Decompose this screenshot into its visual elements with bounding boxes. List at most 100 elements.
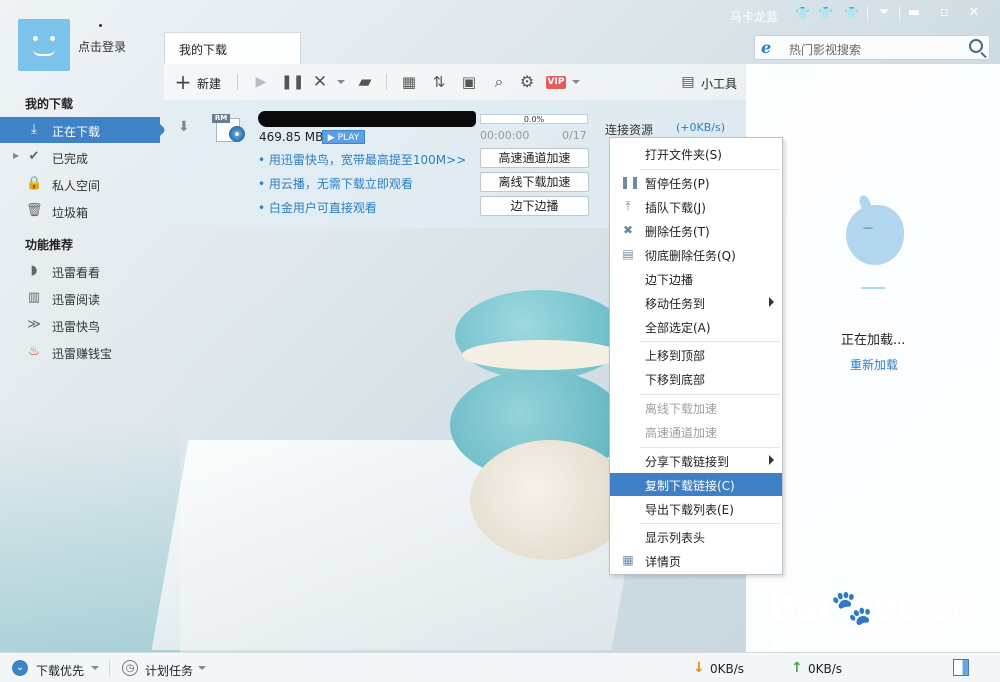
reload-link[interactable]: 重新加载 (850, 356, 898, 373)
sidebar-item-trash[interactable]: 🗑 垃圾箱 (0, 198, 160, 224)
sidebar-item-downloading[interactable]: ⤓ 正在下载 (0, 117, 166, 143)
layout-toggle-icon[interactable] (953, 659, 969, 676)
menu-item-move-bottom[interactable]: 下移到底部 (610, 367, 782, 390)
menu-item-details[interactable]: ▦ 详情页 (610, 549, 782, 572)
skin-name[interactable]: 马卡龙蓝 (730, 8, 778, 25)
upload-speed: 0KB/s (808, 662, 843, 676)
schedule-dropdown-icon[interactable] (198, 666, 206, 670)
offline-download-button[interactable]: 离线下载加速 (480, 172, 589, 192)
folder-icon[interactable]: ▰ (355, 72, 375, 92)
task-speed: (+0KB/s) (676, 121, 725, 134)
menu-item-open-folder[interactable]: 打开文件夹(S) (610, 142, 782, 165)
sidebar-item-completed[interactable]: ▶ ✔ 已完成 (0, 144, 160, 170)
background-macaron (470, 440, 630, 560)
download-priority-button[interactable]: 下载优先 (36, 662, 84, 679)
skin-shirt-icon[interactable]: 👕 (795, 7, 810, 20)
expand-caret-icon[interactable]: ▶ (13, 151, 19, 160)
toolbox-icon[interactable]: ▤ (679, 72, 697, 92)
sidebar-item-kankan[interactable]: ◗ 迅雷看看 (0, 258, 160, 284)
search-icon[interactable] (969, 39, 983, 53)
add-icon[interactable]: + (174, 72, 192, 92)
menu-item-delete[interactable]: ✖ 删除任务(T) (610, 219, 782, 242)
priority-dropdown-icon[interactable] (91, 666, 99, 670)
menu-divider (640, 447, 780, 448)
divider (109, 661, 110, 676)
new-task-button[interactable]: 新建 (197, 75, 221, 92)
background-macaron (455, 290, 625, 380)
scheduled-tasks-button[interactable]: 计划任务 (145, 662, 193, 679)
menu-divider (640, 523, 780, 524)
vip-dropdown-icon[interactable] (572, 80, 580, 84)
menu-item-label: 彻底删除任务(Q) (645, 249, 736, 263)
xunlei-window: 点击登录 马卡龙蓝 👕 👕 👕 ⏷ ▬ ▫ ✕ e 热门影视搜索 我的下载 我的… (0, 0, 1000, 682)
menu-divider (640, 341, 780, 342)
menu-item-share-link[interactable]: 分享下载链接到 (610, 449, 782, 472)
menu-item-label: 边下边播 (645, 273, 694, 287)
menu-item-pause[interactable]: ❚❚ 暂停任务(P) (610, 171, 782, 194)
pause-icon[interactable]: ❚❚ (281, 72, 304, 92)
maximize-button[interactable]: ▫ (934, 5, 954, 21)
details-icon[interactable]: ▣ (459, 72, 479, 92)
menu-item-queue-jump[interactable]: ⤒ 插队下载(J) (610, 195, 782, 218)
menu-divider (640, 169, 780, 170)
delete-icon[interactable]: ✕ (311, 72, 329, 92)
upload-speed-icon: ↑ (791, 660, 803, 676)
promo-text: 用迅雷快鸟，宽带最高提至100M>> (268, 153, 467, 167)
menu-divider (640, 394, 780, 395)
download-speed: 0KB/s (710, 662, 745, 676)
menu-item-label: 插队下载(J) (645, 201, 706, 215)
sidebar-item-kuainiao[interactable]: ≫ 迅雷快鸟 (0, 312, 160, 338)
sidebar-item-private-space[interactable]: 🔒 私人空间 (0, 171, 160, 197)
menu-item-delete-permanently[interactable]: ▤ 彻底删除任务(Q) (610, 243, 782, 266)
menu-item-show-header[interactable]: 显示列表头 (610, 525, 782, 548)
skin-shirt-icon[interactable]: 👕 (844, 7, 859, 20)
high-speed-channel-button[interactable]: 高速通道加速 (480, 148, 589, 168)
close-button[interactable]: ✕ (964, 5, 984, 21)
promo-link[interactable]: • 用迅雷快鸟，宽带最高提至100M>> (258, 151, 466, 168)
menu-item-label: 详情页 (645, 555, 682, 569)
menu-item-move-top[interactable]: 上移到顶部 (610, 343, 782, 366)
menu-item-label: 高速通道加速 (645, 426, 718, 440)
sidebar-item-money[interactable]: ♨ 迅雷赚钱宝 (0, 339, 160, 365)
menu-item-label: 导出下载列表(E) (645, 503, 734, 517)
background-macaron-cream (462, 340, 622, 370)
play-while-downloading-button[interactable]: 边下边播 (480, 196, 589, 216)
tools-button[interactable]: 小工具 (701, 75, 737, 92)
search-box[interactable]: e 热门影视搜索 (754, 35, 990, 60)
sort-icon[interactable]: ⇅ (429, 72, 449, 92)
menu-dropdown-icon[interactable]: ⏷ (874, 5, 894, 21)
settings-gear-icon[interactable]: ⚙ (517, 72, 537, 92)
menu-item-label: 离线下载加速 (645, 402, 718, 416)
promo-link[interactable]: • 白金用户可直接观看 (258, 199, 377, 216)
start-icon[interactable]: ▶ (252, 72, 270, 92)
login-link[interactable]: 点击登录 (78, 38, 126, 55)
vip-icon[interactable]: VIP (546, 76, 566, 89)
menu-item-select-all[interactable]: 全部选定(A) (610, 315, 782, 338)
promo-link[interactable]: • 用云播，无需下载立即观看 (258, 175, 413, 192)
tab-label: 我的下载 (179, 43, 228, 57)
download-icon: ⤓ (31, 122, 37, 137)
minimize-button[interactable]: ▬ (904, 5, 924, 21)
menu-item-label: 暂停任务(P) (645, 177, 710, 191)
tab-my-downloads[interactable]: 我的下载 (164, 32, 301, 64)
menu-item-play-while-download[interactable]: 边下边播 (610, 267, 782, 290)
skin-shirt-icon[interactable]: 👕 (818, 7, 833, 20)
rm-file-icon: RM (212, 112, 246, 144)
grid-view-icon[interactable]: ▦ (399, 72, 419, 92)
file-size: 469.85 MB (259, 130, 324, 144)
trash-icon: 🗑 (26, 203, 43, 218)
divider (386, 74, 387, 90)
money-icon: ♨ (28, 344, 40, 359)
menu-item-move-to[interactable]: 移动任务到 (610, 291, 782, 314)
search-icon[interactable]: ⌕ (489, 72, 509, 92)
menu-item-copy-link[interactable]: 复制下载链接(C) (610, 473, 782, 496)
delete-dropdown-icon[interactable] (337, 80, 345, 84)
play-button[interactable]: ▶ PLAY (322, 130, 365, 144)
avatar-mouth (33, 49, 55, 56)
sidebar-item-reading[interactable]: ▥ 迅雷阅读 (0, 285, 160, 311)
menu-item-export-list[interactable]: 导出下载列表(E) (610, 497, 782, 520)
queue-jump-icon: ⤒ (625, 199, 631, 213)
sidebar-item-label: 迅雷看看 (52, 266, 101, 280)
ie-icon: e (761, 38, 772, 57)
promo-text: 用云播，无需下载立即观看 (268, 177, 413, 191)
